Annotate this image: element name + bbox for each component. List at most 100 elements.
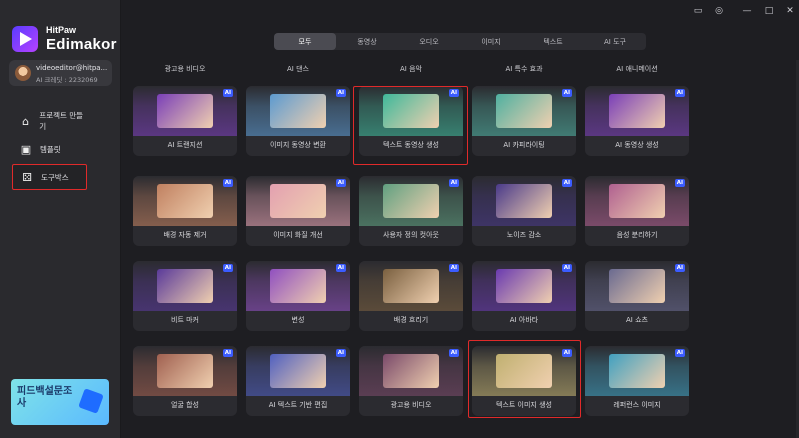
tool-card[interactable]: AI 사용자 정의 컷아웃	[359, 176, 463, 246]
ai-badge: AI	[674, 264, 685, 272]
tool-card[interactable]: AI 얼굴 합성	[133, 346, 237, 416]
sidebar-item-label: 템플릿	[40, 144, 61, 154]
tool-grid: 광고용 비디오 AI 댄스 AI 음악 AI 특수 효과 AI 애니메이션 AI…	[121, 60, 799, 438]
tool-thumbnail: AI	[359, 346, 463, 396]
close-icon[interactable]: ✕	[784, 5, 796, 17]
tool-label: 변성	[291, 316, 305, 324]
sidebar-item-label: 프로젝트 만들기	[39, 111, 84, 131]
tool-card[interactable]: AI 배경 자동 제거	[133, 176, 237, 246]
tab-all[interactable]: 모두	[274, 33, 336, 50]
ai-badge: AI	[674, 179, 685, 187]
template-icon: ▣	[20, 142, 32, 156]
ai-badge: AI	[674, 349, 685, 357]
toolbox-icon: ⚄	[22, 170, 32, 184]
minimize-icon[interactable]: —	[741, 5, 753, 17]
account-panel[interactable]: videoeditor@hitpa... AI 크레딧 : 2232069	[9, 60, 112, 86]
tool-card[interactable]: AI AI 텍스트 기반 편집	[246, 346, 350, 416]
preview-image	[157, 184, 213, 218]
preview-image	[270, 184, 326, 218]
account-email: videoeditor@hitpa...	[36, 64, 108, 72]
sidebar-item-toolbox[interactable]: ⚄ 도구박스	[12, 164, 87, 190]
ai-badge: AI	[561, 89, 572, 97]
ai-badge: AI	[222, 179, 233, 187]
tool-thumbnail: AI	[246, 346, 350, 396]
tool-thumbnail: AI	[472, 261, 576, 311]
tool-label: 텍스트 동영상 생성	[383, 141, 439, 149]
preview-image	[496, 184, 552, 218]
tool-card[interactable]: AI 음성 분리하기	[585, 176, 689, 246]
feedback-survey-banner[interactable]: 피드백설문조사	[11, 379, 109, 425]
ai-badge: AI	[222, 349, 233, 357]
tool-thumbnail: AI	[585, 261, 689, 311]
ai-badge: AI	[448, 179, 459, 187]
tool-label: 얼굴 합성	[171, 401, 199, 409]
tool-card[interactable]: AI 이미지 동영상 변환	[246, 86, 350, 156]
preview-image	[383, 184, 439, 218]
tool-thumbnail: AI	[585, 346, 689, 396]
preview-image	[496, 269, 552, 303]
ai-badge: AI	[222, 89, 233, 97]
tool-card[interactable]: AI 레퍼런스 이미지	[585, 346, 689, 416]
tool-label: AI 쇼츠	[626, 316, 648, 324]
tool-label[interactable]: AI 애니메이션	[585, 64, 689, 74]
tool-card[interactable]: AI 배경 흐리기	[359, 261, 463, 331]
tool-thumbnail: AI	[359, 86, 463, 136]
preview-image	[383, 269, 439, 303]
preview-image	[383, 94, 439, 128]
tool-card[interactable]: AI 변성	[246, 261, 350, 331]
settings-icon[interactable]: ◎	[713, 5, 725, 17]
tab-video[interactable]: 동영상	[336, 33, 398, 50]
tab-image[interactable]: 이미지	[460, 33, 522, 50]
tool-card[interactable]: AI 텍스트 이미지 생성	[472, 346, 576, 416]
tool-label: 배경 자동 제거	[163, 231, 207, 239]
tool-label: 사용자 정의 컷아웃	[383, 231, 439, 239]
tool-thumbnail: AI	[472, 346, 576, 396]
app-logo	[12, 26, 38, 52]
sidebar-item-create-project[interactable]: ⌂ 프로젝트 만들기	[12, 108, 87, 134]
brand-name: Edimakor	[46, 36, 117, 53]
tool-card[interactable]: AI AI 동영상 생성	[585, 86, 689, 156]
tool-card[interactable]: AI 노이즈 감소	[472, 176, 576, 246]
tool-label[interactable]: AI 음악	[359, 64, 463, 74]
preview-image	[270, 269, 326, 303]
tool-thumbnail: AI	[246, 261, 350, 311]
tool-label[interactable]: 광고용 비디오	[133, 64, 237, 74]
ai-badge: AI	[448, 89, 459, 97]
ai-badge: AI	[561, 264, 572, 272]
tab-audio[interactable]: 오디오	[398, 33, 460, 50]
tool-card[interactable]: AI AI 카피라이팅	[472, 86, 576, 156]
tool-card[interactable]: AI AI 쇼츠	[585, 261, 689, 331]
tool-label: 이미지 동영상 변환	[270, 141, 326, 149]
ai-credit: AI 크레딧 : 2232069	[36, 76, 98, 84]
preview-image	[270, 354, 326, 388]
tool-card[interactable]: AI AI 트랜지션	[133, 86, 237, 156]
previous-row-labels: 광고용 비디오 AI 댄스 AI 음악 AI 특수 효과 AI 애니메이션	[121, 64, 799, 80]
tool-thumbnail: AI	[133, 346, 237, 396]
tool-label[interactable]: AI 특수 효과	[472, 64, 576, 74]
tool-card[interactable]: AI 이미지 화질 개선	[246, 176, 350, 246]
sidebar-item-label: 도구박스	[41, 172, 69, 182]
sidebar-item-templates[interactable]: ▣ 템플릿	[12, 136, 87, 162]
tool-card[interactable]: AI 텍스트 동영상 생성	[359, 86, 463, 156]
tool-card[interactable]: AI 비트 마커	[133, 261, 237, 331]
tab-text[interactable]: 텍스트	[522, 33, 584, 50]
tool-card[interactable]: AI 광고용 비디오	[359, 346, 463, 416]
category-tabs: 모두 동영상 오디오 이미지 텍스트 AI 도구	[274, 33, 646, 50]
tool-thumbnail: AI	[472, 86, 576, 136]
tool-label: AI 트랜지션	[167, 141, 203, 149]
tool-card[interactable]: AI AI 아바타	[472, 261, 576, 331]
maximize-icon[interactable]: □	[763, 5, 775, 17]
tool-label[interactable]: AI 댄스	[246, 64, 350, 74]
tool-label: 비트 마커	[171, 316, 199, 324]
tool-thumbnail: AI	[133, 86, 237, 136]
tab-ai-tools[interactable]: AI 도구	[584, 33, 646, 50]
tool-label: AI 동영상 생성	[615, 141, 659, 149]
ai-badge: AI	[561, 349, 572, 357]
preview-image	[157, 269, 213, 303]
feedback-icon[interactable]: ▭	[692, 5, 704, 17]
tool-label: AI 텍스트 기반 편집	[268, 401, 328, 409]
preview-image	[496, 354, 552, 388]
ai-badge: AI	[335, 89, 346, 97]
tool-label: 레퍼런스 이미지	[613, 401, 661, 409]
avatar	[15, 65, 31, 81]
